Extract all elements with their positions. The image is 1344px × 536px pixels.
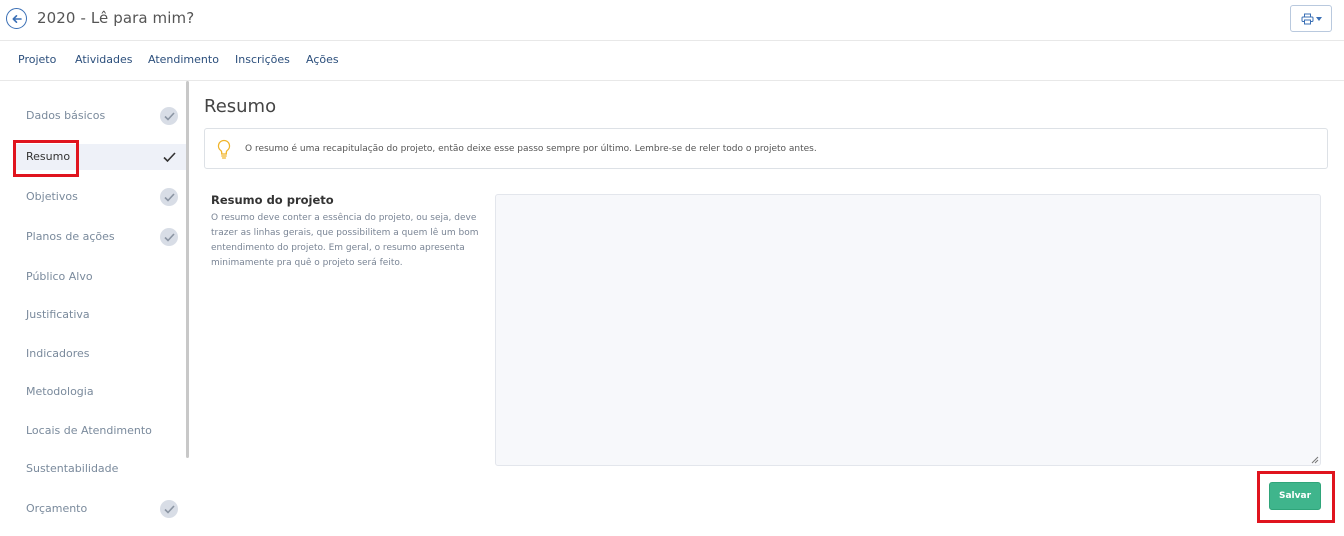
- sidebar-item-indicadores[interactable]: Indicadores: [14, 341, 186, 367]
- tab-atendimento[interactable]: Atendimento: [148, 53, 219, 66]
- print-button[interactable]: [1290, 5, 1332, 32]
- sidebar-item-metodologia[interactable]: Metodologia: [14, 379, 186, 405]
- field-label: Resumo do projeto: [211, 193, 334, 207]
- sidebar-item-label: Justificativa: [26, 308, 90, 321]
- sidebar-item-label: Planos de ações: [26, 230, 115, 243]
- sidebar-item-label: Locais de Atendimento: [26, 424, 152, 437]
- sidebar-item-label: Indicadores: [26, 347, 90, 360]
- check-icon: [160, 188, 178, 206]
- sidebar-item-label: Orçamento: [26, 502, 88, 515]
- back-button[interactable]: [6, 8, 27, 29]
- sidebar-item-dados-basicos[interactable]: Dados básicos: [14, 103, 186, 129]
- sidebar-item-label: Dados básicos: [26, 109, 106, 122]
- sidebar-item-label: Objetivos: [26, 190, 78, 203]
- sidebar-item-label: Público Alvo: [26, 270, 93, 283]
- field-help-text: O resumo deve conter a essência do proje…: [211, 213, 479, 268]
- resize-handle-icon[interactable]: [1309, 454, 1319, 464]
- nav-tabs: Projeto Atividades Atendimento Inscriçõe…: [0, 41, 1344, 81]
- page-title: 2020 - Lê para mim?: [37, 9, 195, 27]
- resumo-textarea[interactable]: [495, 194, 1321, 466]
- tab-acoes[interactable]: Ações: [306, 53, 339, 66]
- sidebar-scrollbar[interactable]: [186, 81, 189, 458]
- sidebar-item-label: Resumo: [26, 150, 71, 163]
- sidebar-item-planos-de-acoes[interactable]: Planos de ações: [14, 224, 186, 250]
- sidebar-item-resumo[interactable]: Resumo: [14, 144, 186, 170]
- printer-icon: [1301, 13, 1313, 24]
- tab-atividades[interactable]: Atividades: [75, 53, 132, 66]
- sidebar-item-publico-alvo[interactable]: Público Alvo: [14, 264, 186, 290]
- save-button[interactable]: Salvar: [1269, 482, 1321, 510]
- caret-down-icon: [1315, 16, 1322, 21]
- arrow-left-icon: [12, 14, 22, 23]
- sidebar-item-locais-de-atendimento[interactable]: Locais de Atendimento: [14, 418, 186, 444]
- tab-inscricoes[interactable]: Inscrições: [235, 53, 290, 66]
- sidebar-item-label: Metodologia: [26, 385, 94, 398]
- check-icon: [160, 500, 178, 518]
- section-title: Resumo: [204, 96, 277, 117]
- top-bar: 2020 - Lê para mim?: [0, 0, 1344, 41]
- sidebar: Dados básicos Resumo Objetivos Planos de…: [0, 81, 190, 536]
- sidebar-item-objetivos[interactable]: Objetivos: [14, 184, 186, 210]
- sidebar-item-justificativa[interactable]: Justificativa: [14, 302, 186, 328]
- tab-projeto[interactable]: Projeto: [18, 53, 56, 66]
- sidebar-item-sustentabilidade[interactable]: Sustentabilidade: [14, 456, 186, 482]
- info-text: O resumo é uma recapitulação do projeto,…: [245, 144, 817, 154]
- lightbulb-icon: [217, 139, 231, 159]
- info-box: O resumo é uma recapitulação do projeto,…: [204, 128, 1328, 169]
- check-icon: [160, 228, 178, 246]
- sidebar-item-orcamento[interactable]: Orçamento: [14, 496, 186, 522]
- check-icon: [160, 107, 178, 125]
- check-icon: [160, 148, 178, 166]
- sidebar-item-label: Sustentabilidade: [26, 462, 119, 475]
